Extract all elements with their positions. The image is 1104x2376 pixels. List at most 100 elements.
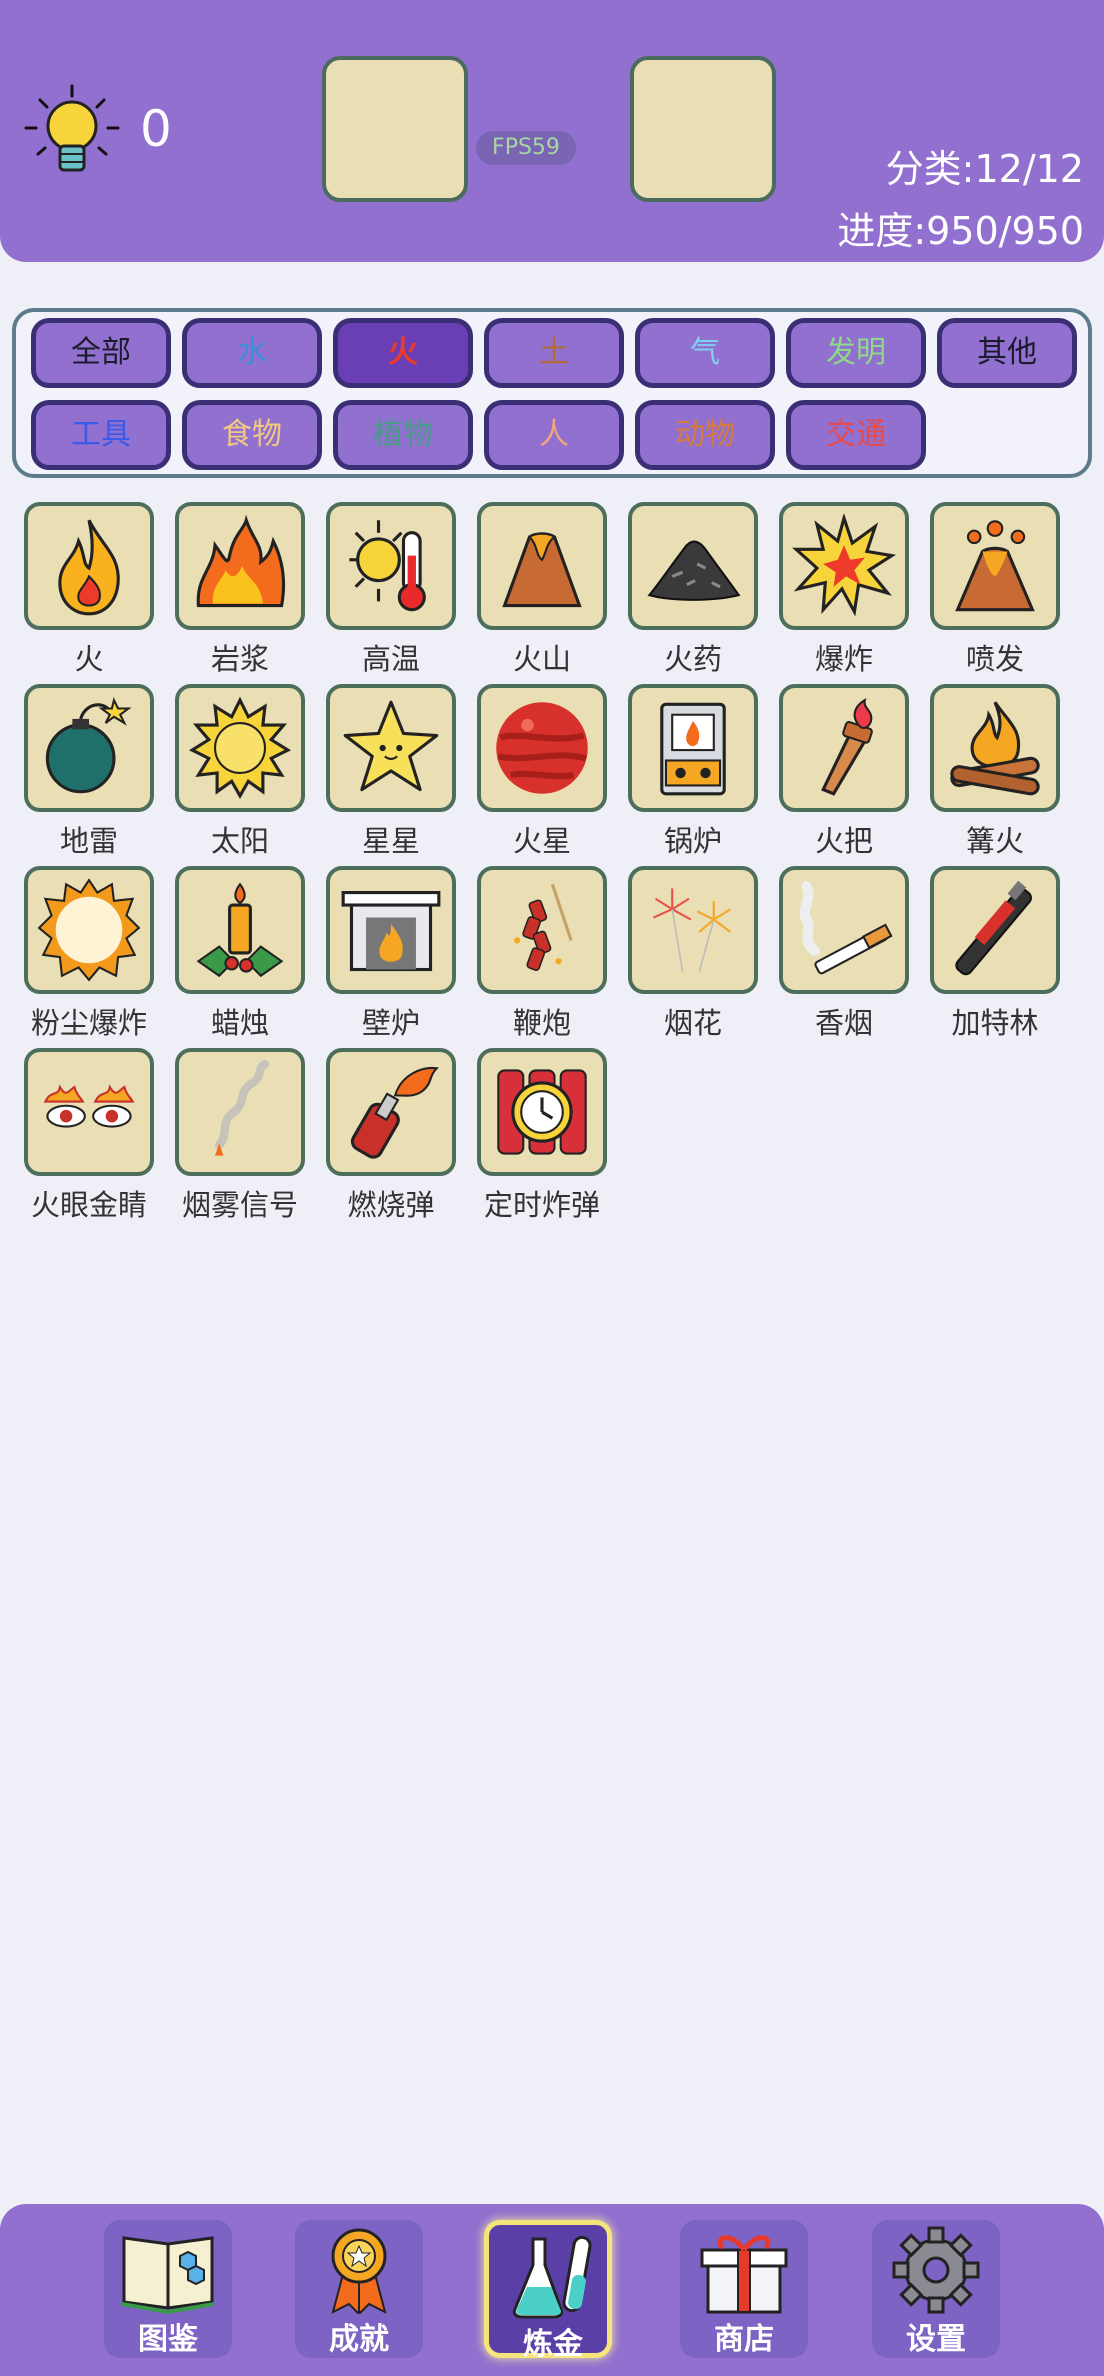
bomb-icon xyxy=(24,684,154,812)
element-name: 太阳 xyxy=(210,824,269,858)
element-item[interactable]: 篝火 xyxy=(918,684,1068,858)
dust-explosion-icon xyxy=(24,866,154,994)
candle-icon xyxy=(175,866,305,994)
filter-plants[interactable]: 植物 xyxy=(333,400,473,470)
star-icon xyxy=(326,684,456,812)
element-item[interactable]: 地雷 xyxy=(12,684,162,858)
filter-air[interactable]: 气 xyxy=(635,318,775,388)
filter-invention[interactable]: 发明 xyxy=(786,318,926,388)
element-name: 火星 xyxy=(512,824,571,858)
filter-water[interactable]: 水 xyxy=(182,318,322,388)
element-item[interactable]: 高温 xyxy=(314,502,464,676)
element-name: 粉尘爆炸 xyxy=(30,1006,147,1040)
filter-tools[interactable]: 工具 xyxy=(31,400,171,470)
element-name: 地雷 xyxy=(59,824,118,858)
element-item[interactable]: 星星 xyxy=(314,684,464,858)
combine-slot-left[interactable] xyxy=(322,56,468,202)
element-name: 火把 xyxy=(814,824,873,858)
element-item[interactable]: 壁炉 xyxy=(314,866,464,1040)
element-item[interactable]: 火山 xyxy=(465,502,615,676)
filter-earth[interactable]: 土 xyxy=(484,318,624,388)
bottom-nav: 图鉴 成就 炼金 商店 设置 xyxy=(0,2204,1104,2376)
gatling-icon xyxy=(930,866,1060,994)
medal-icon xyxy=(331,2228,387,2314)
nav-alchemy[interactable]: 炼金 xyxy=(484,2220,612,2362)
element-item[interactable]: 烟花 xyxy=(616,866,766,1040)
element-name: 火山 xyxy=(512,642,571,676)
volcano-icon xyxy=(477,502,607,630)
nav-encyclopedia[interactable]: 图鉴 xyxy=(104,2220,232,2358)
category-filter-panel: 全部 水 火 土 气 发明 其他 工具 食物 植物 人 动物 交通 xyxy=(12,308,1092,478)
element-name: 火眼金睛 xyxy=(30,1188,147,1222)
gift-icon xyxy=(700,2235,788,2314)
explosion-icon xyxy=(779,502,909,630)
boiler-icon xyxy=(628,684,758,812)
progress-count: 进度:950/950 xyxy=(837,209,1084,253)
element-item[interactable]: 火把 xyxy=(767,684,917,858)
element-item[interactable]: 蜡烛 xyxy=(163,866,313,1040)
fireplace-icon xyxy=(326,866,456,994)
firecracker-icon xyxy=(477,866,607,994)
campfire-icon xyxy=(930,684,1060,812)
element-name: 喷发 xyxy=(965,642,1024,676)
filter-food[interactable]: 食物 xyxy=(182,400,322,470)
element-item[interactable]: 喷发 xyxy=(918,502,1068,676)
nav-achievements[interactable]: 成就 xyxy=(295,2220,423,2358)
nav-label: 商店 xyxy=(714,2322,774,2357)
element-name: 鞭炮 xyxy=(512,1006,571,1040)
element-item[interactable]: 岩浆 xyxy=(163,502,313,676)
fire-icon xyxy=(24,502,154,630)
element-item[interactable]: 燃烧弹 xyxy=(314,1048,464,1222)
element-name: 爆炸 xyxy=(814,642,873,676)
filter-people[interactable]: 人 xyxy=(484,400,624,470)
element-name: 篝火 xyxy=(965,824,1024,858)
sun-icon xyxy=(175,684,305,812)
category-count: 分类:12/12 xyxy=(885,147,1084,191)
nav-settings[interactable]: 设置 xyxy=(872,2220,1000,2358)
top-bar: 0 FPS59 分类:12/12 进度:950/950 xyxy=(0,0,1104,262)
cigarette-icon xyxy=(779,866,909,994)
element-item[interactable]: 粉尘爆炸 xyxy=(12,866,162,1040)
element-item[interactable]: 定时炸弹 xyxy=(465,1048,615,1222)
element-item[interactable]: 加特林 xyxy=(918,866,1068,1040)
element-name: 定时炸弹 xyxy=(483,1188,600,1222)
element-item[interactable]: 烟雾信号 xyxy=(163,1048,313,1222)
element-item[interactable]: 火药 xyxy=(616,502,766,676)
element-name: 加特林 xyxy=(951,1006,1039,1040)
nav-shop[interactable]: 商店 xyxy=(680,2220,808,2358)
magma-icon xyxy=(175,502,305,630)
nav-label: 设置 xyxy=(906,2322,966,2357)
nav-label: 炼金 xyxy=(523,2327,583,2362)
torch-icon xyxy=(779,684,909,812)
element-item[interactable]: 鞭炮 xyxy=(465,866,615,1040)
element-name: 燃烧弹 xyxy=(347,1188,435,1222)
element-name: 烟花 xyxy=(663,1006,722,1040)
element-name: 火 xyxy=(74,642,104,676)
fireworks-icon xyxy=(628,866,758,994)
filter-other[interactable]: 其他 xyxy=(937,318,1077,388)
gear-icon xyxy=(892,2226,980,2314)
element-item[interactable]: 火 xyxy=(12,502,162,676)
flask-icon xyxy=(512,2235,592,2319)
element-item[interactable]: 火眼金睛 xyxy=(12,1048,162,1222)
element-name: 蜡烛 xyxy=(210,1006,269,1040)
element-item[interactable]: 爆炸 xyxy=(767,502,917,676)
book-icon xyxy=(121,2236,215,2314)
gunpowder-icon xyxy=(628,502,758,630)
element-item[interactable]: 火星 xyxy=(465,684,615,858)
molotov-icon xyxy=(326,1048,456,1176)
element-item[interactable]: 太阳 xyxy=(163,684,313,858)
nav-label: 图鉴 xyxy=(138,2322,198,2357)
element-name: 岩浆 xyxy=(210,642,269,676)
filter-fire[interactable]: 火 xyxy=(333,318,473,388)
filter-transport[interactable]: 交通 xyxy=(786,400,926,470)
combine-slot-right[interactable] xyxy=(630,56,776,202)
element-item[interactable]: 香烟 xyxy=(767,866,917,1040)
filter-animals[interactable]: 动物 xyxy=(635,400,775,470)
filter-all[interactable]: 全部 xyxy=(31,318,171,388)
element-name: 星星 xyxy=(361,824,420,858)
element-item[interactable]: 锅炉 xyxy=(616,684,766,858)
element-name: 壁炉 xyxy=(361,1006,420,1040)
nav-label: 成就 xyxy=(329,2322,389,2357)
lightbulb-icon[interactable] xyxy=(22,82,122,182)
